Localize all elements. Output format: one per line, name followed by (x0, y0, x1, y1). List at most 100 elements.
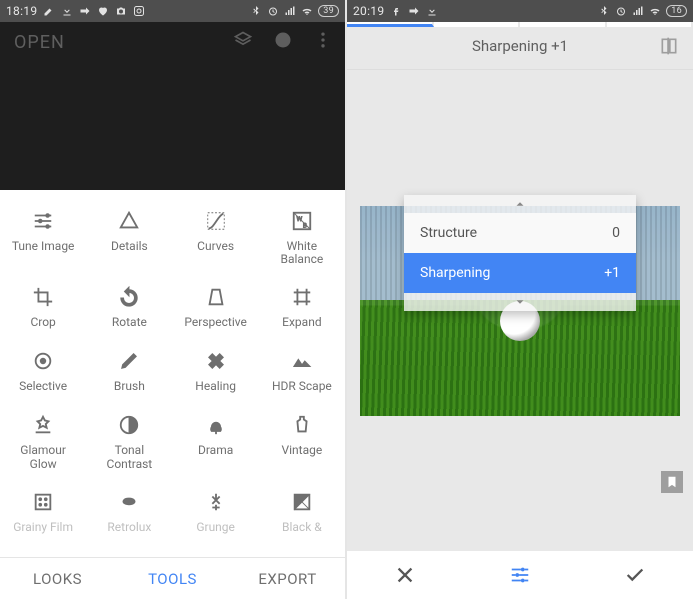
open-button[interactable]: OPEN (14, 32, 65, 53)
glamour-glow-icon (30, 412, 56, 438)
info-icon[interactable] (273, 30, 293, 54)
drama-icon (203, 412, 229, 438)
status-time: 18:19 (6, 4, 37, 18)
tool-label: Grunge (196, 521, 235, 535)
tool-curves[interactable]: Curves (173, 206, 259, 268)
tool-label: Selective (19, 380, 67, 394)
expand-icon (289, 284, 315, 310)
editor-canvas[interactable]: Structure0 Sharpening +1 (347, 70, 693, 551)
curves-icon (203, 208, 229, 234)
tool-label: Retrolux (107, 521, 151, 535)
share-icon (79, 5, 91, 17)
healing-icon (203, 348, 229, 374)
compare-icon[interactable] (659, 36, 679, 60)
details-icon (116, 208, 142, 234)
tool-label: Glamour Glow (20, 444, 66, 470)
tool-crop[interactable]: Crop (0, 282, 86, 332)
tool-expand[interactable]: Expand (259, 282, 345, 332)
bottom-tabbar: LOOKS TOOLS EXPORT (0, 557, 345, 599)
tool-brush[interactable]: Brush (86, 346, 172, 396)
brush-icon (116, 348, 142, 374)
editor-header-dimmed: OPEN (0, 22, 345, 190)
signal-icon (284, 5, 296, 17)
grunge-icon (203, 489, 229, 515)
tool-glamour-glow[interactable]: Glamour Glow (0, 410, 86, 472)
bookmark-button[interactable] (661, 471, 683, 493)
tune-image-icon (30, 208, 56, 234)
tool-white-balance[interactable]: WBWhite Balance (259, 206, 345, 268)
svg-text:W: W (296, 215, 302, 223)
tool-tune-image[interactable]: Tune Image (0, 206, 86, 268)
tool-perspective[interactable]: Perspective (173, 282, 259, 332)
tool-retrolux[interactable]: Retrolux (86, 487, 172, 537)
svg-text:B: B (303, 221, 307, 229)
apply-button[interactable] (578, 551, 693, 599)
statusbar-right: 20:19 16 (347, 0, 693, 22)
chevron-down-icon[interactable] (404, 293, 636, 311)
tab-tools[interactable]: TOOLS (115, 558, 230, 599)
white-balance-icon: WB (289, 208, 315, 234)
pencil-icon (43, 5, 55, 17)
tool-label: Tune Image (12, 240, 75, 254)
signal-icon (632, 5, 644, 17)
tool-vintage[interactable]: Vintage (259, 410, 345, 472)
tool-rotate[interactable]: Rotate (86, 282, 172, 332)
tool-details[interactable]: Details (86, 206, 172, 268)
overflow-menu-icon[interactable] (313, 30, 333, 54)
adjust-value: +1 (604, 265, 620, 281)
editor-bottombar (347, 551, 693, 599)
vintage-icon (289, 412, 315, 438)
tool-tonal-contrast[interactable]: Tonal Contrast (86, 410, 172, 472)
tool-label: Curves (197, 240, 234, 254)
black-white-icon (289, 489, 315, 515)
tool-label: Crop (30, 316, 55, 330)
tool-label: Healing (195, 380, 236, 394)
tool-black-white[interactable]: Black & (259, 487, 345, 537)
tool-hdr-scape[interactable]: HDR Scape (259, 346, 345, 396)
layers-icon[interactable] (233, 30, 253, 54)
rotate-icon (116, 284, 142, 310)
tool-label: Vintage (282, 444, 323, 458)
adjust-row-sharpening[interactable]: Sharpening +1 (404, 253, 636, 293)
share-icon (408, 5, 420, 17)
phone-left-tools: 18:19 39 OPEN Tune Image Details Curves WBW… (0, 0, 347, 599)
bluetooth-icon (598, 5, 610, 17)
tool-drama[interactable]: Drama (173, 410, 259, 472)
chevron-up-icon[interactable] (404, 195, 636, 213)
adjust-name: Sharpening (420, 265, 490, 281)
tonal-contrast-icon (116, 412, 142, 438)
statusbar-left: 18:19 39 (0, 0, 345, 22)
tab-looks[interactable]: LOOKS (0, 558, 115, 599)
retrolux-icon (116, 489, 142, 515)
tool-label: Perspective (184, 316, 246, 330)
tool-grunge[interactable]: Grunge (173, 487, 259, 537)
heart-icon (97, 5, 109, 17)
tool-healing[interactable]: Healing (173, 346, 259, 396)
tool-selective[interactable]: Selective (0, 346, 86, 396)
tool-label: Drama (198, 444, 233, 458)
instagram-icon (133, 5, 145, 17)
adjust-row-structure[interactable]: Structure0 (404, 213, 636, 253)
tool-grainy-film[interactable]: Grainy Film (0, 487, 86, 537)
tool-label: HDR Scape (272, 380, 332, 394)
tool-label: Brush (114, 380, 145, 394)
tab-export[interactable]: EXPORT (230, 558, 345, 599)
wifi-icon (649, 5, 661, 17)
perspective-icon (203, 284, 229, 310)
grainy-film-icon (30, 489, 56, 515)
facebook-icon (390, 5, 402, 17)
camera-icon (115, 5, 127, 17)
editor-titlebar: Sharpening +1 (347, 22, 693, 70)
tool-label: Details (111, 240, 148, 254)
bluetooth-icon (250, 5, 262, 17)
tools-panel: Tune Image Details Curves WBWhite Balance Cr… (0, 190, 345, 557)
adjust-panel[interactable]: Structure0 Sharpening +1 (404, 195, 636, 311)
adjust-title: Sharpening +1 (472, 37, 568, 55)
adjust-value: 0 (612, 225, 620, 241)
tool-label: Tonal Contrast (107, 444, 153, 470)
tune-button[interactable] (462, 551, 577, 599)
tool-label: Expand (282, 316, 321, 330)
tool-label: Rotate (112, 316, 147, 330)
cancel-button[interactable] (347, 551, 462, 599)
alarm-icon (267, 5, 279, 17)
